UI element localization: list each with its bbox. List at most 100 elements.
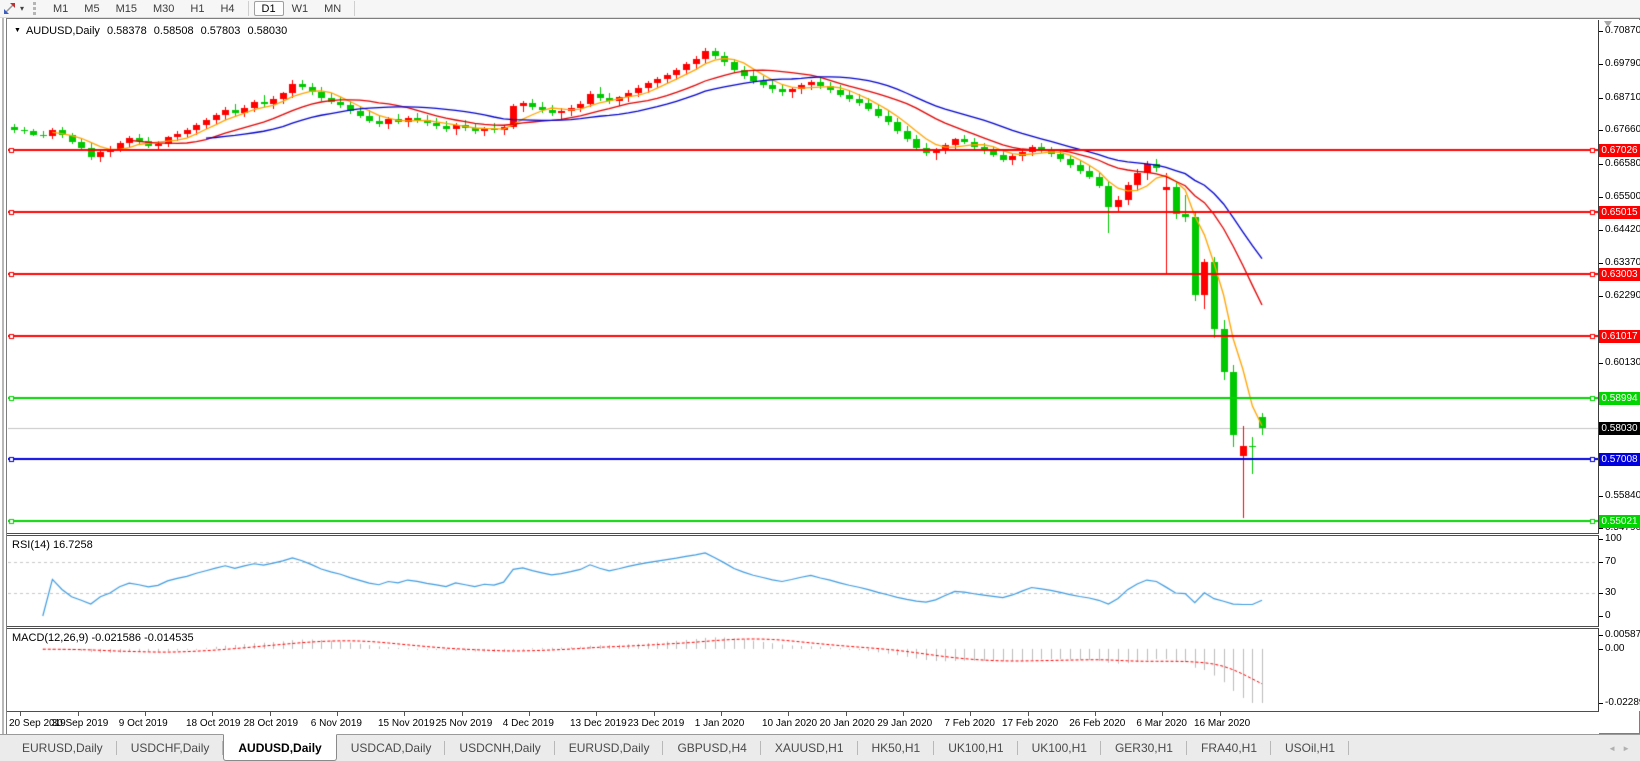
rsi-axis-label-dash — [1599, 539, 1603, 540]
toolbar-separator — [354, 1, 355, 16]
chart-tab-hk50-h1[interactable]: HK50,H1 — [858, 735, 935, 761]
timeframe-button-w1[interactable]: W1 — [284, 1, 317, 16]
rsi-value: 16.7258 — [53, 539, 93, 551]
date-label: 26 Feb 2020 — [1069, 718, 1125, 729]
price-tick-label-dash — [1599, 64, 1603, 65]
timeframe-button-h4[interactable]: H4 — [212, 1, 242, 16]
price-tick-label: 0.66580 — [1605, 158, 1640, 169]
chart-tool-icon[interactable] — [2, 1, 17, 16]
toolbar-separator — [248, 1, 249, 16]
date-label: 7 Feb 2020 — [944, 718, 995, 729]
chart-tab-eurusd-daily[interactable]: EURUSD,Daily — [555, 735, 664, 761]
date-label: 17 Feb 2020 — [1002, 718, 1058, 729]
tab-prev-arrow-icon[interactable]: ◄ — [1608, 744, 1616, 753]
timeframe-button-m30[interactable]: M30 — [145, 1, 182, 16]
price-tick-label-dash — [1599, 230, 1603, 231]
rsi-pane-canvas[interactable] — [8, 536, 1598, 626]
ohlc-open: 0.58378 — [107, 25, 147, 37]
price-line-badge: 0.58994 — [1599, 392, 1640, 405]
macd-pane-canvas[interactable] — [8, 629, 1598, 711]
chart-tab-uk100-h1[interactable]: UK100,H1 — [1018, 735, 1101, 761]
macd-axis-label-dash — [1599, 635, 1603, 636]
chart-shift-marker[interactable] — [1604, 21, 1612, 27]
chart-arrows-icon — [2, 1, 17, 16]
price-tick-label: 0.65500 — [1605, 191, 1640, 202]
price-axis[interactable]: 0.708700.697900.687100.676600.665800.655… — [1599, 20, 1640, 711]
rsi-axis-label-dash — [1599, 562, 1603, 563]
price-tick-label-dash — [1599, 496, 1603, 497]
rsi-axis-label: 0 — [1605, 610, 1611, 621]
timeframe-button-h1[interactable]: H1 — [182, 1, 212, 16]
price-line-badge: 0.61017 — [1599, 330, 1640, 343]
date-label: 29 Jan 2020 — [877, 718, 932, 729]
date-label: 1 Jan 2020 — [695, 718, 745, 729]
ohlc-close: 0.58030 — [247, 25, 287, 37]
rsi-axis-label-dash — [1599, 616, 1603, 617]
current-price-badge: 0.58030 — [1599, 422, 1640, 435]
price-line-badge: 0.67026 — [1599, 144, 1640, 157]
date-label: 4 Dec 2019 — [503, 718, 554, 729]
price-tick-label: 0.68710 — [1605, 92, 1640, 103]
macd-values: -0.021586 -0.014535 — [91, 632, 193, 644]
date-label: 23 Dec 2019 — [628, 718, 685, 729]
date-tick — [212, 712, 213, 716]
timeframe-button-m15[interactable]: M15 — [108, 1, 145, 16]
date-tick — [846, 712, 847, 716]
price-line-badge: 0.57008 — [1599, 453, 1640, 466]
price-tick-label-dash — [1599, 528, 1603, 529]
chart-tab-fra40-h1[interactable]: FRA40,H1 — [1187, 735, 1271, 761]
date-tick — [596, 712, 597, 716]
chart-tab-eurusd-daily[interactable]: EURUSD,Daily — [8, 735, 117, 761]
price-tick-label-dash — [1599, 31, 1603, 32]
date-tick — [270, 712, 271, 716]
price-tick-label: 0.64420 — [1605, 224, 1640, 235]
date-label: 16 Mar 2020 — [1194, 718, 1250, 729]
chart-tab-audusd-daily[interactable]: AUDUSD,Daily — [223, 734, 336, 761]
one-click-dropdown-icon[interactable]: ▼ — [14, 27, 21, 34]
pane-splitter-macd[interactable] — [7, 626, 1599, 629]
macd-axis-label: 0.00 — [1605, 643, 1624, 654]
price-tick-label: 0.55840 — [1605, 490, 1640, 501]
date-label: 25 Nov 2019 — [436, 718, 493, 729]
date-tick — [654, 712, 655, 716]
price-tick-label-dash — [1599, 197, 1603, 198]
chart-tab-usdchf-daily[interactable]: USDCHF,Daily — [117, 735, 224, 761]
date-tick — [1095, 712, 1096, 716]
timeframe-button-m1[interactable]: M1 — [45, 1, 76, 16]
chart-tab-xauusd-h1[interactable]: XAUUSD,H1 — [761, 735, 858, 761]
price-tick-label: 0.62290 — [1605, 290, 1640, 301]
date-tick — [337, 712, 338, 716]
macd-axis-label: -0.022892 — [1605, 697, 1640, 708]
date-axis[interactable]: 20 Sep 201930 Sep 20199 Oct 201918 Oct 2… — [7, 711, 1599, 734]
window-frame-left — [2, 18, 4, 734]
tool-dropdown-caret[interactable]: ▾ — [20, 4, 24, 13]
main-chart-canvas[interactable] — [8, 20, 1598, 533]
timeframe-button-mn[interactable]: MN — [316, 1, 349, 16]
price-line-badge: 0.63003 — [1599, 268, 1640, 281]
price-tick-label-dash — [1599, 296, 1603, 297]
macd-axis-label-dash — [1599, 649, 1603, 650]
chart-tab-gbpusd-h4[interactable]: GBPUSD,H4 — [663, 735, 760, 761]
chart-tab-usdcnh-daily[interactable]: USDCNH,Daily — [445, 735, 554, 761]
toolbar-grip[interactable] — [33, 2, 37, 15]
date-tick — [145, 712, 146, 716]
date-tick — [970, 712, 971, 716]
date-tick — [1220, 712, 1221, 716]
tab-next-arrow-icon[interactable]: ► — [1622, 744, 1630, 753]
chart-tab-ger30-h1[interactable]: GER30,H1 — [1101, 735, 1187, 761]
pane-splitter-rsi[interactable] — [7, 533, 1599, 536]
ohlc-low: 0.57803 — [201, 25, 241, 37]
date-tick — [903, 712, 904, 716]
chart-tab-uk100-h1[interactable]: UK100,H1 — [934, 735, 1017, 761]
date-label: 20 Jan 2020 — [820, 718, 875, 729]
price-tick-label-dash — [1599, 263, 1603, 264]
date-label: 6 Nov 2019 — [311, 718, 362, 729]
date-label: 28 Oct 2019 — [244, 718, 298, 729]
macd-indicator-label: MACD(12,26,9) -0.021586 -0.014535 — [12, 632, 194, 644]
timeframe-button-m5[interactable]: M5 — [76, 1, 107, 16]
chart-tab-usdcad-daily[interactable]: USDCAD,Daily — [337, 735, 446, 761]
price-tick-label-dash — [1599, 363, 1603, 364]
date-label: 18 Oct 2019 — [186, 718, 240, 729]
chart-tab-usoil-h1[interactable]: USOil,H1 — [1271, 735, 1349, 761]
timeframe-button-d1[interactable]: D1 — [254, 1, 284, 16]
